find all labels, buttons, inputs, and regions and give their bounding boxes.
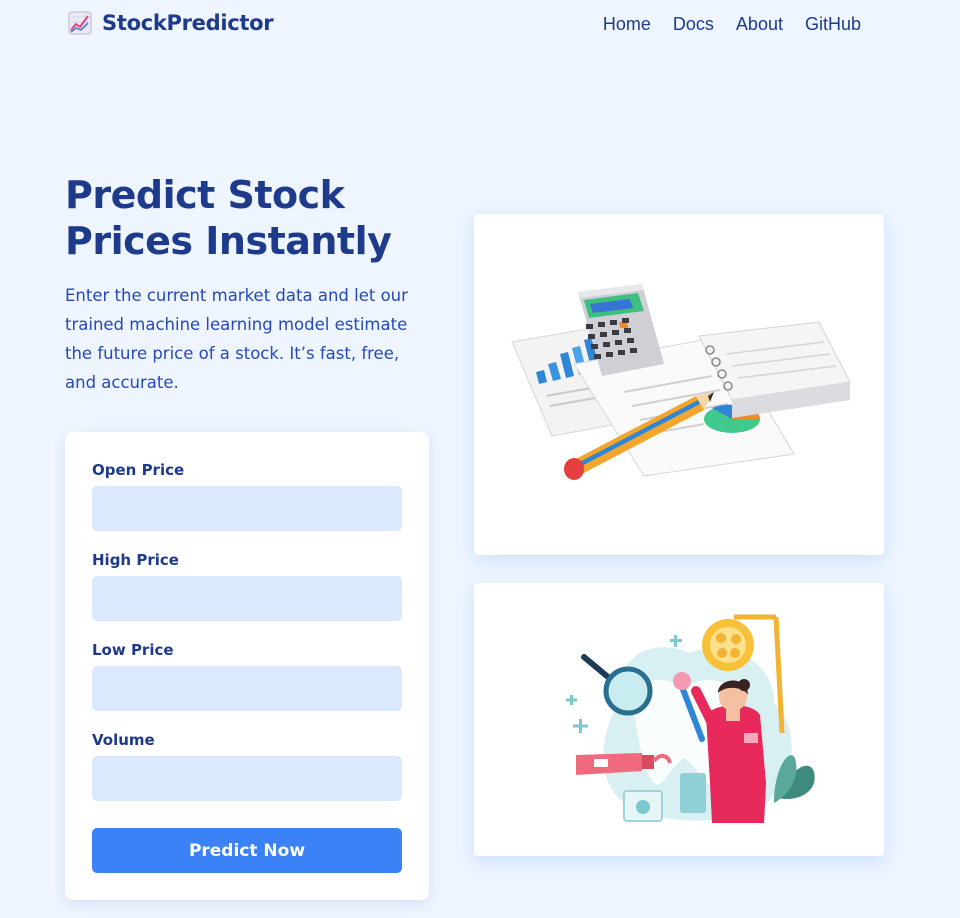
nav-docs-link[interactable]: Docs — [673, 14, 714, 35]
finance-illustration-card — [474, 214, 884, 555]
high-price-input[interactable] — [92, 576, 402, 621]
dentist-toothbrush-illustration — [566, 614, 815, 823]
finance-documents-calculator-illustration — [511, 284, 851, 480]
volume-input[interactable] — [92, 756, 402, 801]
prediction-form: Open Price High Price Low Price Volume P… — [65, 432, 429, 900]
hero-title: Predict Stock Prices Instantly — [65, 173, 392, 263]
nav-home-link[interactable]: Home — [603, 14, 651, 35]
site-header: StockPredictor Home Docs About GitHub — [0, 0, 960, 50]
chart-upward-icon — [68, 11, 92, 35]
open-price-label: Open Price — [92, 461, 185, 479]
brand-name: StockPredictor — [102, 11, 274, 35]
high-price-label: High Price — [92, 551, 179, 569]
brand-logo[interactable]: StockPredictor — [68, 11, 274, 35]
main-nav: Home Docs About GitHub — [603, 14, 861, 35]
volume-label: Volume — [92, 731, 155, 749]
low-price-input[interactable] — [92, 666, 402, 711]
nav-about-link[interactable]: About — [736, 14, 783, 35]
nav-github-link[interactable]: GitHub — [805, 14, 861, 35]
low-price-label: Low Price — [92, 641, 174, 659]
dental-illustration-card — [474, 583, 884, 856]
hero-description: Enter the current market data and let ou… — [65, 286, 408, 392]
open-price-input[interactable] — [92, 486, 402, 531]
predict-now-button[interactable]: Predict Now — [92, 828, 402, 873]
